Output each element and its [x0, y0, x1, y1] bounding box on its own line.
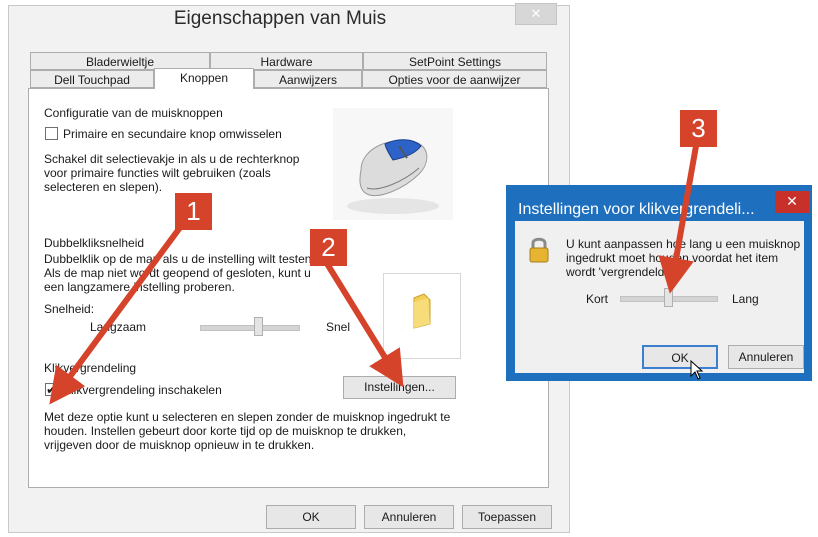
annotation-arrows [49, 145, 699, 405]
arrow-3 [658, 145, 699, 294]
step-badge-1: 1 [175, 193, 212, 230]
arrow-2 [323, 260, 404, 388]
step-badge-2: 2 [310, 229, 347, 266]
tab-knoppen[interactable]: Knoppen [154, 68, 254, 89]
step-badge-3: 3 [680, 110, 717, 147]
arrow-1 [49, 212, 193, 405]
